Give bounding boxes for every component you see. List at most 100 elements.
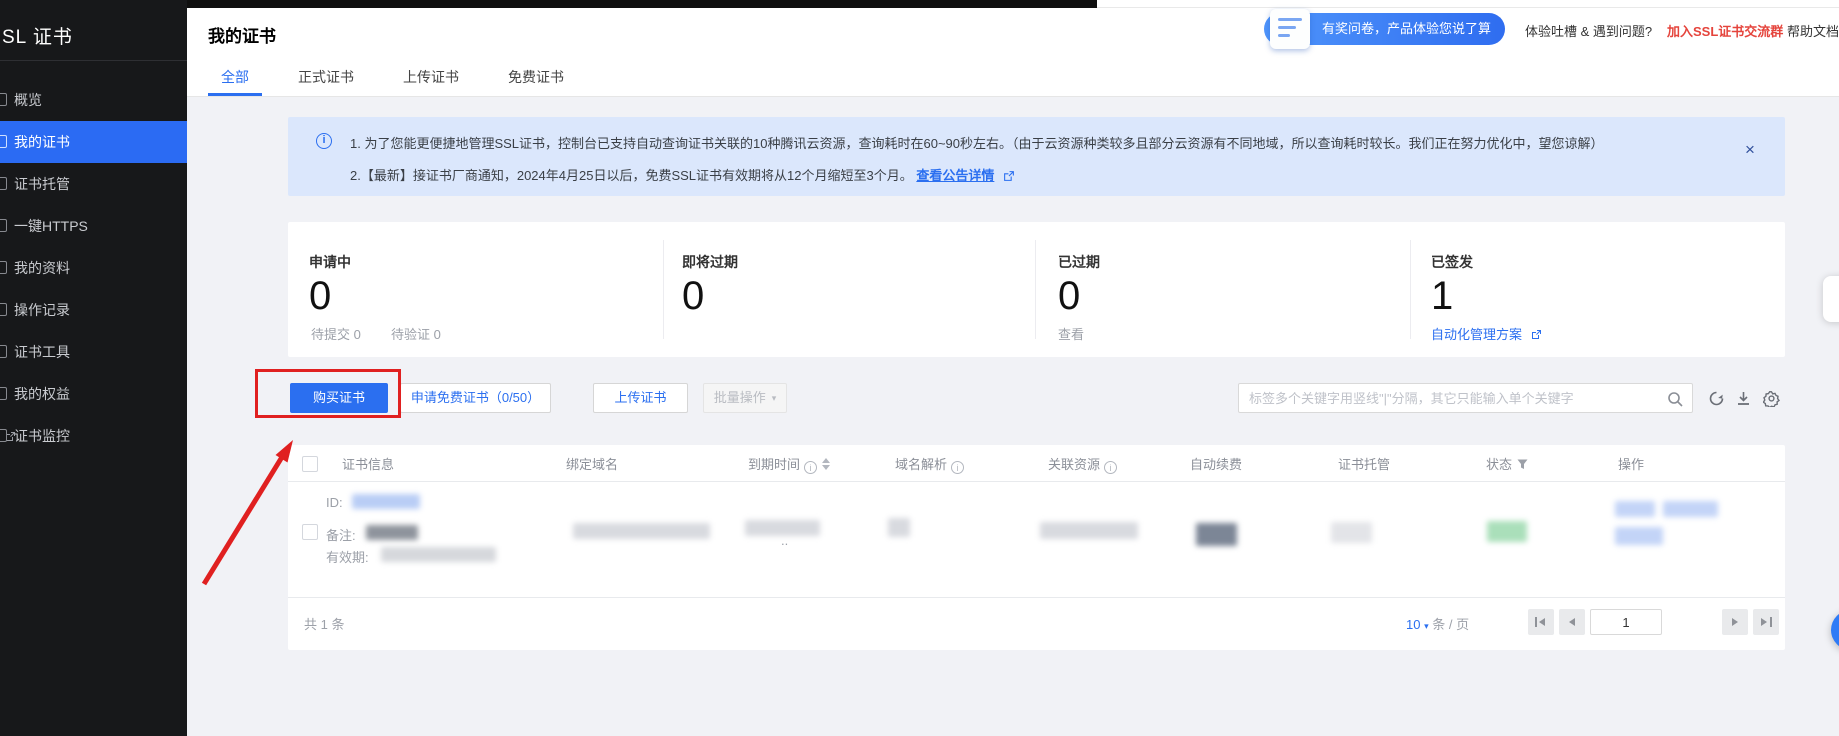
row-validity-label: 有效期: [326,547,369,566]
sidebar-item-my-profile[interactable]: 我的资料 [0,247,187,289]
row-id-label: ID: [326,495,343,510]
redacted-action-link[interactable] [1615,501,1655,517]
refresh-icon[interactable] [1708,390,1725,407]
notice-line-1: 1. 为了您能更便捷地管理SSL证书，控制台已支持自动查询证书关联的10种腾讯云… [350,133,1604,152]
certificate-icon [0,135,7,148]
redacted-domain [573,523,710,539]
stat-pending-label: 申请中 [309,252,351,272]
select-all-checkbox[interactable] [302,456,318,472]
next-page-button[interactable] [1722,609,1748,635]
info-icon: i [316,133,332,149]
caret-down-icon: ▾ [1424,621,1429,631]
col-cert-info: 证书信息 [342,453,394,477]
col-cert-hosting: 证书托管 [1338,453,1390,477]
upload-cert-button[interactable]: 上传证书 [593,383,688,413]
page-number-input[interactable] [1590,609,1662,635]
stat-pending-sub-2: 待验证 0 [391,324,441,343]
search-icon[interactable] [1667,391,1684,408]
sort-icon[interactable] [822,458,831,470]
first-page-button[interactable] [1528,609,1554,635]
info-icon[interactable]: i [1104,461,1117,474]
collapsed-side-widget[interactable] [1823,276,1839,322]
announcement-link[interactable]: 查看公告详情 [916,168,994,183]
batch-operation-button[interactable]: 批量操作▾ [703,383,787,413]
sidebar-item-one-click-https[interactable]: 一键HTTPS [0,205,187,247]
last-page-button[interactable] [1753,609,1779,635]
col-expiry-time: 到期时间i [748,453,831,477]
stat-expiring-value: 0 [682,274,704,319]
redacted-action-link[interactable] [1615,527,1663,545]
col-auto-renewal: 自动续费 [1190,453,1242,477]
active-tab-underline [208,93,262,96]
log-icon [0,303,7,316]
sidebar-item-overview[interactable]: 概览 [0,79,187,121]
close-icon[interactable]: × [1740,140,1760,160]
prev-page-button[interactable] [1559,609,1585,635]
col-domain-resolution: 域名解析i [895,453,964,477]
stat-pending-sub-1: 待提交 0 [311,324,361,343]
divider [1410,240,1411,339]
row-checkbox[interactable] [302,524,318,540]
redacted-resolution [888,518,910,537]
divider [663,240,664,339]
automation-plan-link[interactable]: 自动化管理方案 [1431,324,1542,343]
stat-expiring-label: 即将过期 [682,252,738,272]
sidebar-item-my-benefits[interactable]: 我的权益 [0,373,187,415]
hosting-icon [0,177,7,190]
redacted-action-link[interactable] [1663,501,1718,517]
page-size-select[interactable]: 10 ▾ 条 / 页 [1406,614,1469,633]
sidebar-item-cert-tools[interactable]: 证书工具 [0,331,187,373]
overview-icon [0,93,7,106]
filter-icon[interactable] [1517,457,1528,472]
buy-certificate-button[interactable]: 购买证书 [290,383,388,413]
sidebar-item-cert-hosting[interactable]: 证书托管 [0,163,187,205]
redacted-resources [1040,522,1138,539]
external-link-icon [1003,170,1014,181]
join-group-link[interactable]: 加入SSL证书交流群 [1667,21,1783,40]
total-count: 共 1 条 [304,614,344,633]
row-remark-label: 备注: [326,525,356,544]
stat-expired-view[interactable]: 查看 [1058,324,1084,343]
info-icon[interactable]: i [804,461,817,474]
search-input[interactable] [1239,384,1659,412]
tools-icon [0,345,7,358]
external-link-icon [1531,329,1542,340]
feedback-text: 体验吐槽 & 遇到问题? [1525,21,1652,40]
sidebar-item-operation-log[interactable]: 操作记录 [0,289,187,331]
tab-all[interactable]: 全部 [208,60,262,97]
monitor-icon [0,429,7,442]
col-actions: 操作 [1618,453,1644,477]
tab-free-certs[interactable]: 免费证书 [500,60,572,97]
redacted-status-badge [1487,521,1527,542]
ssl-console-page: SL 证书 概览 我的证书 证书托管 一键HTTPS 我的资料 操作记录 证书工… [0,0,1839,736]
caret-down-icon: ▾ [772,384,777,412]
https-icon [0,219,7,232]
help-doc-link[interactable]: 帮助文档 [1787,21,1839,40]
download-icon[interactable] [1735,390,1752,407]
redacted-validity [381,547,496,562]
stat-expired-label: 已过期 [1058,252,1100,272]
redacted-hosting [1331,522,1372,543]
col-status: 状态 [1486,453,1528,477]
info-icon[interactable]: i [951,461,964,474]
tab-paid-certs[interactable]: 正式证书 [290,60,362,97]
sidebar: SL 证书 概览 我的证书 证书托管 一键HTTPS 我的资料 操作记录 证书工… [0,0,187,736]
benefits-icon [0,387,7,400]
settings-gear-icon[interactable] [1763,390,1780,407]
sidebar-item-cert-monitor[interactable]: 证书监控 [0,415,187,457]
profile-icon [0,261,7,274]
redacted-cert-id [352,494,420,509]
survey-doc-icon [1270,9,1310,49]
stat-issued-value: 1 [1431,274,1453,319]
sidebar-divider [0,60,187,61]
stat-expired-value: 0 [1058,274,1080,319]
top-nav-strip [187,0,1097,8]
stats-panel: 申请中 0 待提交 0 待验证 0 即将过期 0 已过期 0 查看 已签发 1 … [288,222,1785,357]
apply-free-cert-button[interactable]: 申请免费证书（0/50） [400,383,551,413]
search-box [1238,383,1693,413]
sidebar-item-my-certificates[interactable]: 我的证书 [0,121,187,163]
tab-uploaded-certs[interactable]: 上传证书 [395,60,467,97]
stat-issued-label: 已签发 [1431,252,1473,272]
notice-banner: i 1. 为了您能更便捷地管理SSL证书，控制台已支持自动查询证书关联的10种腾… [288,117,1785,196]
row-border [288,597,1785,598]
